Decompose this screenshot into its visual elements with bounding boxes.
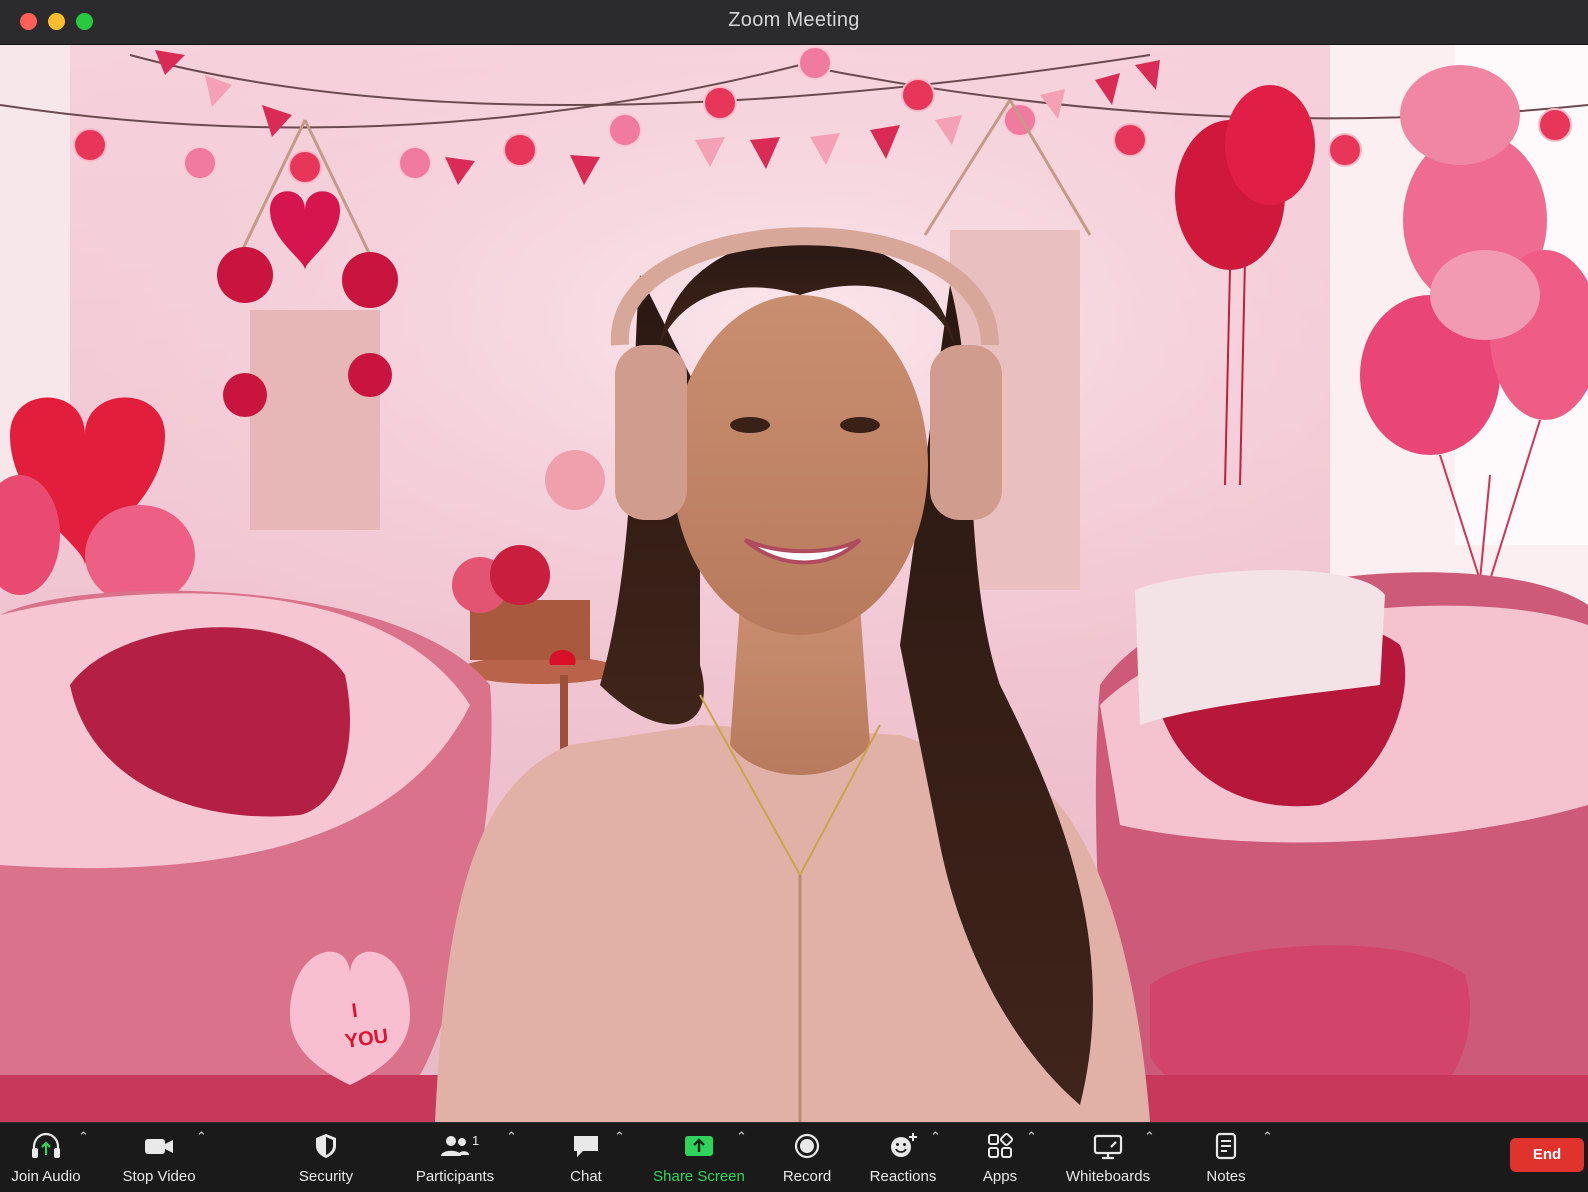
participants-icon (441, 1136, 469, 1156)
share-screen-button[interactable]: Share Screen (648, 1123, 750, 1192)
whiteboard-icon (1093, 1134, 1123, 1160)
security-label: Security (298, 1168, 354, 1185)
share-options-caret[interactable]: ⌃ (736, 1129, 752, 1145)
reactions-label: Reactions (869, 1168, 937, 1185)
apps-button[interactable]: Apps (968, 1123, 1032, 1192)
audio-options-caret[interactable]: ⌃ (78, 1129, 94, 1145)
participants-button[interactable]: 1 Participants (410, 1123, 500, 1192)
join-audio-label: Join Audio (11, 1168, 81, 1185)
join-audio-button[interactable]: Join Audio (8, 1123, 84, 1192)
chat-bubble-icon (574, 1136, 598, 1157)
stop-video-button[interactable]: Stop Video (118, 1123, 200, 1192)
apps-grid-icon (988, 1132, 1014, 1158)
participants-options-caret[interactable]: ⌃ (506, 1129, 522, 1145)
participant-count-badge: 1 (472, 1133, 480, 1148)
title-bar: Zoom Meeting (0, 0, 1588, 45)
meeting-toolbar: Join Audio ⌃ Stop Video ⌃ Security 1 Par… (0, 1122, 1588, 1192)
video-options-caret[interactable]: ⌃ (196, 1129, 212, 1145)
notes-options-caret[interactable]: ⌃ (1262, 1129, 1278, 1145)
headphones-icon (32, 1132, 60, 1158)
whiteboards-options-caret[interactable]: ⌃ (1144, 1129, 1160, 1145)
security-button[interactable]: Security (290, 1123, 362, 1192)
end-meeting-button[interactable]: End (1510, 1138, 1584, 1172)
share-screen-icon (685, 1136, 713, 1156)
notes-icon (1215, 1132, 1237, 1160)
virtual-background (0, 45, 1588, 1122)
whiteboards-button[interactable]: Whiteboards (1062, 1123, 1154, 1192)
record-label: Record (782, 1168, 832, 1185)
chat-label: Chat (570, 1168, 602, 1185)
participants-label: Participants (415, 1168, 495, 1185)
smiley-plus-icon (891, 1133, 917, 1157)
chat-button[interactable]: Chat (556, 1123, 616, 1192)
reactions-options-caret[interactable]: ⌃ (930, 1129, 946, 1145)
video-feed: I YOU (0, 45, 1588, 1122)
video-camera-icon (145, 1139, 173, 1154)
window-title: Zoom Meeting (728, 9, 860, 31)
notes-label: Notes (1206, 1168, 1246, 1185)
record-button[interactable]: Record (772, 1123, 842, 1192)
record-icon (794, 1133, 820, 1159)
stop-video-label: Stop Video (122, 1168, 196, 1185)
apps-label: Apps (982, 1168, 1018, 1185)
notes-button[interactable]: Notes (1194, 1123, 1258, 1192)
chat-options-caret[interactable]: ⌃ (614, 1129, 630, 1145)
apps-options-caret[interactable]: ⌃ (1026, 1129, 1042, 1145)
shield-icon (316, 1134, 336, 1158)
share-screen-label: Share Screen (653, 1168, 745, 1185)
whiteboards-label: Whiteboards (1065, 1168, 1151, 1185)
